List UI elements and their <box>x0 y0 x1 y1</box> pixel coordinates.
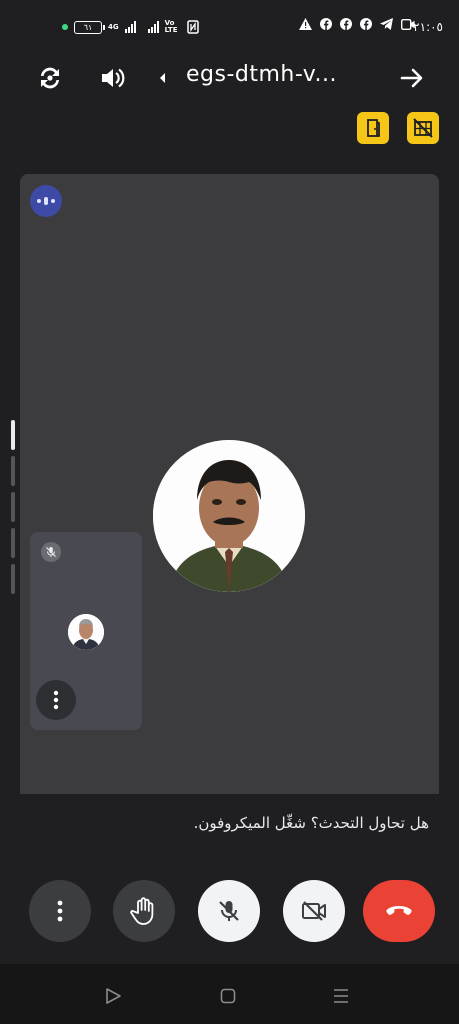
participant-avatar[interactable] <box>153 440 305 592</box>
mic-off-icon <box>219 901 239 921</box>
end-call-button[interactable] <box>363 880 435 942</box>
nav-back-button[interactable] <box>101 984 125 1008</box>
door-icon <box>367 119 380 137</box>
notification-icons <box>299 18 415 30</box>
telegram-icon <box>380 18 393 30</box>
leave-arrow-button[interactable] <box>396 62 428 94</box>
network-type-label: 4G <box>108 22 119 31</box>
system-navigation-bar <box>0 964 459 1024</box>
participant-photo <box>153 440 305 592</box>
clock: ٢١:٠٥ <box>413 20 443 34</box>
self-view-tile[interactable] <box>30 532 142 730</box>
battery-icon: ٦١ <box>74 20 105 34</box>
self-avatar <box>68 614 104 650</box>
nfc-icon <box>186 20 199 34</box>
audio-output-button[interactable] <box>96 62 128 94</box>
self-tile-more-button[interactable] <box>36 680 76 720</box>
grid-off-icon <box>413 118 433 138</box>
menu-lines-icon <box>334 989 348 1003</box>
status-bar-left: ٦١ 4G Vo LTE <box>62 20 199 34</box>
hand-icon <box>130 897 154 925</box>
status-bar: ٦١ 4G Vo LTE ٢١:٠٥ <box>0 0 459 56</box>
volte-label: Vo LTE <box>164 19 178 34</box>
warning-icon <box>299 18 312 30</box>
hang-up-icon <box>386 906 412 915</box>
arrow-right-icon <box>400 68 423 88</box>
facebook-icon <box>340 18 352 30</box>
nav-recents-button[interactable] <box>329 984 353 1008</box>
nav-home-button[interactable] <box>216 984 240 1008</box>
switch-camera-button[interactable] <box>34 62 66 94</box>
meeting-code[interactable]: egs-dtmh-v... <box>186 62 337 87</box>
facebook-icon <box>360 18 372 30</box>
square-icon <box>220 988 236 1004</box>
self-muted-badge <box>41 542 61 562</box>
signal-icon <box>124 21 136 33</box>
mic-off-icon <box>46 547 56 557</box>
speaking-indicator <box>30 185 62 217</box>
mic-hint-text: هل تحاول التحدث؟ شغِّل الميكروفون. <box>193 814 429 832</box>
play-triangle-icon <box>106 988 121 1004</box>
raise-hand-button[interactable] <box>113 880 175 942</box>
more-vertical-icon <box>57 900 63 922</box>
meeting-top-bar: egs-dtmh-v... <box>0 56 459 100</box>
microphone-toggle-button[interactable] <box>198 880 260 942</box>
privacy-indicator-dot <box>62 24 68 30</box>
speaker-icon <box>102 68 125 88</box>
door-action-button[interactable] <box>357 112 389 144</box>
more-options-button[interactable] <box>29 880 91 942</box>
self-photo <box>68 614 104 650</box>
page-scroll-indicator <box>11 420 15 600</box>
camera-off-icon <box>302 901 326 921</box>
switch-camera-icon <box>41 67 59 89</box>
signal-icon-2 <box>147 21 159 33</box>
facebook-icon <box>320 18 332 30</box>
caret-left-icon <box>160 73 165 83</box>
video-off-action-button[interactable] <box>407 112 439 144</box>
call-controls <box>0 880 459 944</box>
meeting-info-caret[interactable] <box>157 70 167 89</box>
battery-level: ٦١ <box>83 22 93 32</box>
more-vertical-icon <box>53 690 59 710</box>
camera-toggle-button[interactable] <box>283 880 345 942</box>
